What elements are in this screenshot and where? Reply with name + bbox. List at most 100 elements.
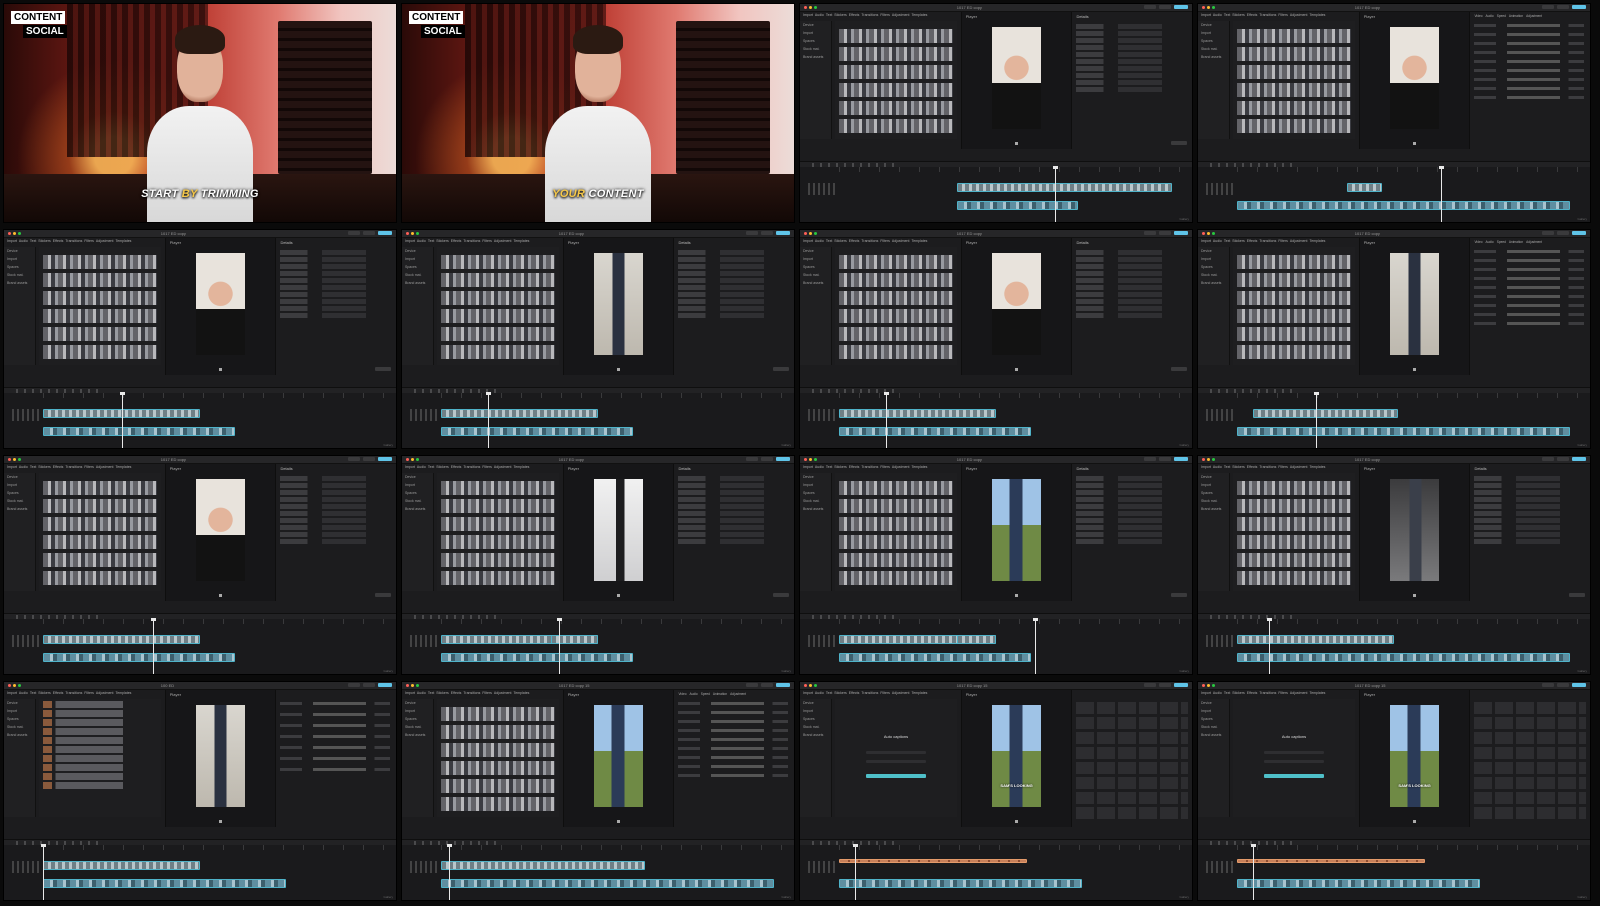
timeline[interactable] (1198, 165, 1590, 222)
tab-effects[interactable]: Effects (849, 465, 860, 471)
video-preview[interactable] (992, 27, 1041, 129)
modify-button[interactable] (1569, 593, 1585, 598)
sidebar-item-spaces[interactable]: Spaces (800, 37, 831, 45)
tab-speed[interactable]: Speed (1497, 240, 1506, 244)
tab-text[interactable]: Text (1224, 239, 1230, 245)
sidebar-item-import[interactable]: Import (4, 707, 35, 715)
sidebar-item-brand[interactable]: Brand assets (800, 505, 831, 513)
tab-adjustment[interactable]: Adjustment (1290, 239, 1308, 245)
tab-transitions[interactable]: Transitions (1259, 13, 1276, 19)
tab-stickers[interactable]: Stickers (1232, 465, 1244, 471)
tab-import[interactable]: Import (1201, 465, 1211, 471)
sidebar-item-stock[interactable]: Stock mat. (402, 497, 433, 505)
export-button[interactable] (1174, 683, 1188, 687)
tab-stickers[interactable]: Stickers (834, 691, 846, 697)
tab-adjustment[interactable]: Adjustment (1290, 465, 1308, 471)
tab-adjustment[interactable]: Adjustment (494, 465, 512, 471)
export-button[interactable] (1572, 231, 1586, 235)
timeline[interactable] (402, 843, 794, 900)
video-preview[interactable]: SAM'S LOOKING (1390, 705, 1439, 807)
overlay-clip[interactable] (956, 634, 996, 644)
play-icon[interactable] (1413, 819, 1417, 823)
tab-templates[interactable]: Templates (911, 13, 927, 19)
caption-clip[interactable] (1237, 858, 1426, 863)
overlay-clip[interactable] (441, 860, 646, 870)
tab-stickers[interactable]: Stickers (1232, 691, 1244, 697)
playhead[interactable] (1052, 165, 1058, 222)
sidebar-item-spaces[interactable]: Spaces (4, 715, 35, 723)
layout-button[interactable] (1159, 231, 1171, 235)
playhead[interactable] (447, 843, 453, 900)
play-icon[interactable] (1015, 593, 1019, 597)
tab-transitions[interactable]: Transitions (65, 691, 82, 697)
tab-text[interactable]: Text (428, 239, 434, 245)
media-thumbnails[interactable] (43, 255, 157, 361)
sidebar-item-spaces[interactable]: Spaces (800, 263, 831, 271)
sidebar-item-brand[interactable]: Brand assets (402, 279, 433, 287)
tab-animation[interactable]: Animation (713, 692, 727, 696)
tab-transitions[interactable]: Transitions (463, 465, 480, 471)
sidebar-item-import[interactable]: Import (4, 255, 35, 263)
adjust-slider[interactable] (1474, 33, 1584, 36)
tab-video[interactable]: Video (1474, 240, 1482, 244)
sidebar-item-import[interactable]: Import (1198, 707, 1229, 715)
adjust-slider[interactable] (1474, 42, 1584, 45)
media-thumbnails[interactable] (839, 255, 953, 361)
playhead[interactable] (1313, 391, 1319, 448)
adjust-slider[interactable] (1474, 313, 1584, 316)
caption-style-grid[interactable] (1474, 702, 1586, 820)
adjust-slider[interactable] (1474, 304, 1584, 307)
playhead[interactable] (150, 617, 156, 674)
play-icon[interactable] (1015, 367, 1019, 371)
tab-effects[interactable]: Effects (1247, 13, 1258, 19)
tab-import[interactable]: Import (803, 465, 813, 471)
sidebar-item-spaces[interactable]: Spaces (1198, 37, 1229, 45)
track-controls[interactable] (11, 635, 40, 648)
timeline[interactable] (4, 391, 396, 448)
video-preview[interactable] (594, 253, 643, 355)
window-controls[interactable] (804, 458, 817, 461)
adjust-slider[interactable] (1474, 322, 1584, 325)
tab-transitions[interactable]: Transitions (65, 239, 82, 245)
shortcuts-button[interactable] (1144, 457, 1156, 461)
media-thumbnails[interactable] (43, 481, 157, 587)
track-controls[interactable] (409, 409, 438, 422)
tab-filters[interactable]: Filters (880, 239, 890, 245)
tab-effects[interactable]: Effects (849, 13, 860, 19)
track-controls[interactable] (11, 409, 40, 422)
video-preview[interactable] (1390, 479, 1439, 581)
tab-stickers[interactable]: Stickers (834, 13, 846, 19)
tab-transitions[interactable]: Transitions (861, 13, 878, 19)
modify-button[interactable] (375, 593, 391, 598)
tab-filters[interactable]: Filters (84, 691, 94, 697)
overlay-clip[interactable] (1252, 408, 1398, 418)
video-clip[interactable] (839, 878, 1083, 888)
tab-filters[interactable]: Filters (880, 465, 890, 471)
video-preview[interactable] (1390, 27, 1439, 129)
tab-speed[interactable]: Speed (701, 692, 710, 696)
tab-filters[interactable]: Filters (84, 465, 94, 471)
media-thumbnails[interactable] (839, 29, 953, 135)
sidebar-item-brand[interactable]: Brand assets (402, 505, 433, 513)
tab-audio[interactable]: Audio (1213, 239, 1222, 245)
tab-audio[interactable]: Audio (19, 691, 28, 697)
tab-effects[interactable]: Effects (451, 239, 462, 245)
list-item[interactable] (43, 773, 157, 780)
export-button[interactable] (776, 683, 790, 687)
sidebar-item-spaces[interactable]: Spaces (402, 489, 433, 497)
sidebar-item-device[interactable]: Device (402, 473, 433, 481)
tab-audio[interactable]: Audio (1213, 13, 1222, 19)
sidebar-item-spaces[interactable]: Spaces (4, 263, 35, 271)
tab-effects[interactable]: Effects (53, 465, 64, 471)
sidebar-item-stock[interactable]: Stock mat. (402, 723, 433, 731)
sidebar-item-brand[interactable]: Brand assets (4, 505, 35, 513)
video-clip[interactable] (441, 878, 775, 888)
adjust-slider[interactable] (678, 756, 788, 759)
adjust-slider[interactable] (1474, 60, 1584, 63)
tab-audio[interactable]: Audio (417, 239, 426, 245)
export-button[interactable] (776, 231, 790, 235)
tab-filters[interactable]: Filters (482, 465, 492, 471)
shortcuts-button[interactable] (746, 231, 758, 235)
sidebar-item-brand[interactable]: Brand assets (1198, 53, 1229, 61)
modify-button[interactable] (773, 367, 789, 372)
